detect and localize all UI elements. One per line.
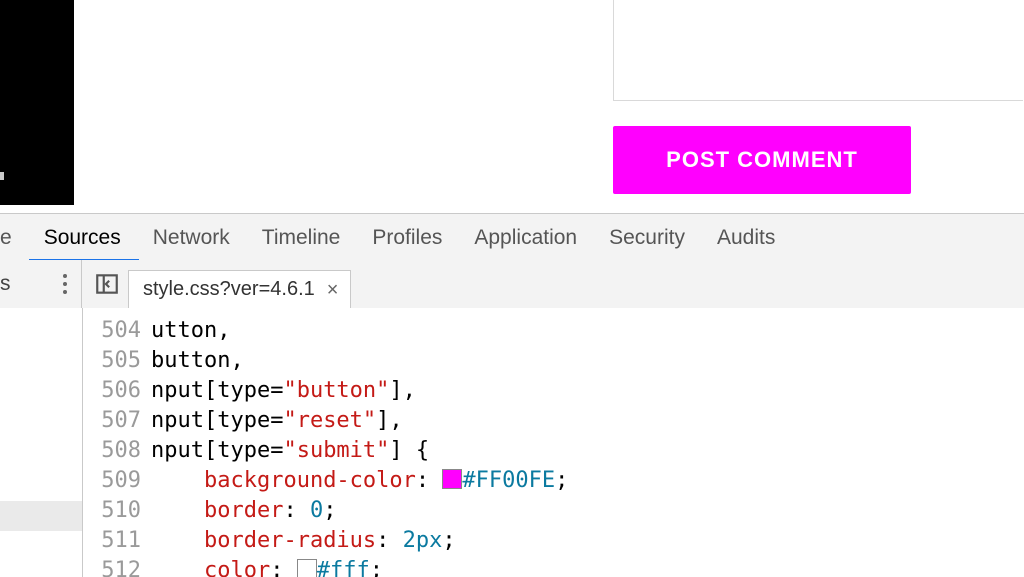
- color-swatch[interactable]: [442, 469, 462, 489]
- sources-toolbar: s style.css?ver=4.6.1 ×: [0, 260, 1024, 309]
- tab-network[interactable]: Network: [153, 226, 230, 250]
- code-line[interactable]: 504utton,: [83, 316, 1024, 346]
- code-line[interactable]: 507nput[type="reset"],: [83, 406, 1024, 436]
- line-number: 504: [83, 316, 151, 346]
- code-line[interactable]: 506nput[type="button"],: [83, 376, 1024, 406]
- line-number: 512: [83, 556, 151, 577]
- code-line[interactable]: 511 border-radius: 2px;: [83, 526, 1024, 556]
- webpage-viewport: POST COMMENT: [0, 0, 1024, 213]
- line-number: 510: [83, 496, 151, 526]
- toolbar-left-group: s: [0, 260, 82, 308]
- code-line[interactable]: 508nput[type="submit"] {: [83, 436, 1024, 466]
- line-number: 508: [83, 436, 151, 466]
- line-text: button,: [151, 346, 244, 376]
- line-text: nput[type="reset"],: [151, 406, 403, 436]
- tab-cutoff-left[interactable]: e: [0, 226, 12, 250]
- line-text: nput[type="button"],: [151, 376, 416, 406]
- toolbar-cutoff-left: s: [0, 272, 11, 296]
- line-number: 511: [83, 526, 151, 556]
- tab-audits[interactable]: Audits: [717, 226, 775, 250]
- tab-application[interactable]: Application: [474, 226, 577, 250]
- toggle-navigator-icon[interactable]: [94, 271, 120, 297]
- open-file-tab[interactable]: style.css?ver=4.6.1 ×: [128, 270, 351, 309]
- line-number: 509: [83, 466, 151, 496]
- line-number: 507: [83, 406, 151, 436]
- sources-editor: 504utton,505button,506nput[type="button"…: [0, 308, 1024, 577]
- code-line[interactable]: 505button,: [83, 346, 1024, 376]
- line-text: color: #fff;: [151, 556, 383, 577]
- line-text: border-radius: 2px;: [151, 526, 456, 556]
- tab-profiles[interactable]: Profiles: [372, 226, 442, 250]
- line-text: background-color: #FF00FE;: [151, 466, 568, 496]
- code-line[interactable]: 512 color: #fff;: [83, 556, 1024, 577]
- open-file-name: style.css?ver=4.6.1: [143, 278, 315, 301]
- color-swatch[interactable]: [297, 559, 317, 577]
- line-text: utton,: [151, 316, 230, 346]
- code-line[interactable]: 510 border: 0;: [83, 496, 1024, 526]
- sidebar-selection: [0, 501, 82, 531]
- scrollbar-thumb[interactable]: [0, 172, 4, 180]
- line-text: border: 0;: [151, 496, 336, 526]
- comment-textarea[interactable]: [613, 0, 1023, 101]
- code-line[interactable]: 509 background-color: #FF00FE;: [83, 466, 1024, 496]
- kebab-menu-icon[interactable]: [63, 274, 67, 294]
- line-text: nput[type="submit"] {: [151, 436, 429, 466]
- code-lines: 504utton,505button,506nput[type="button"…: [83, 308, 1024, 577]
- line-number: 506: [83, 376, 151, 406]
- tab-timeline[interactable]: Timeline: [262, 226, 341, 250]
- tab-security[interactable]: Security: [609, 226, 685, 250]
- devtools-tabstrip: e Sources Network Timeline Profiles Appl…: [0, 213, 1024, 262]
- close-file-icon[interactable]: ×: [327, 280, 339, 300]
- post-comment-button[interactable]: POST COMMENT: [613, 126, 911, 194]
- line-number: 505: [83, 346, 151, 376]
- sources-sidebar: [0, 308, 83, 577]
- code-body[interactable]: 504utton,505button,506nput[type="button"…: [83, 308, 1024, 577]
- page-dark-region: [0, 0, 74, 205]
- tab-sources[interactable]: Sources: [44, 226, 121, 250]
